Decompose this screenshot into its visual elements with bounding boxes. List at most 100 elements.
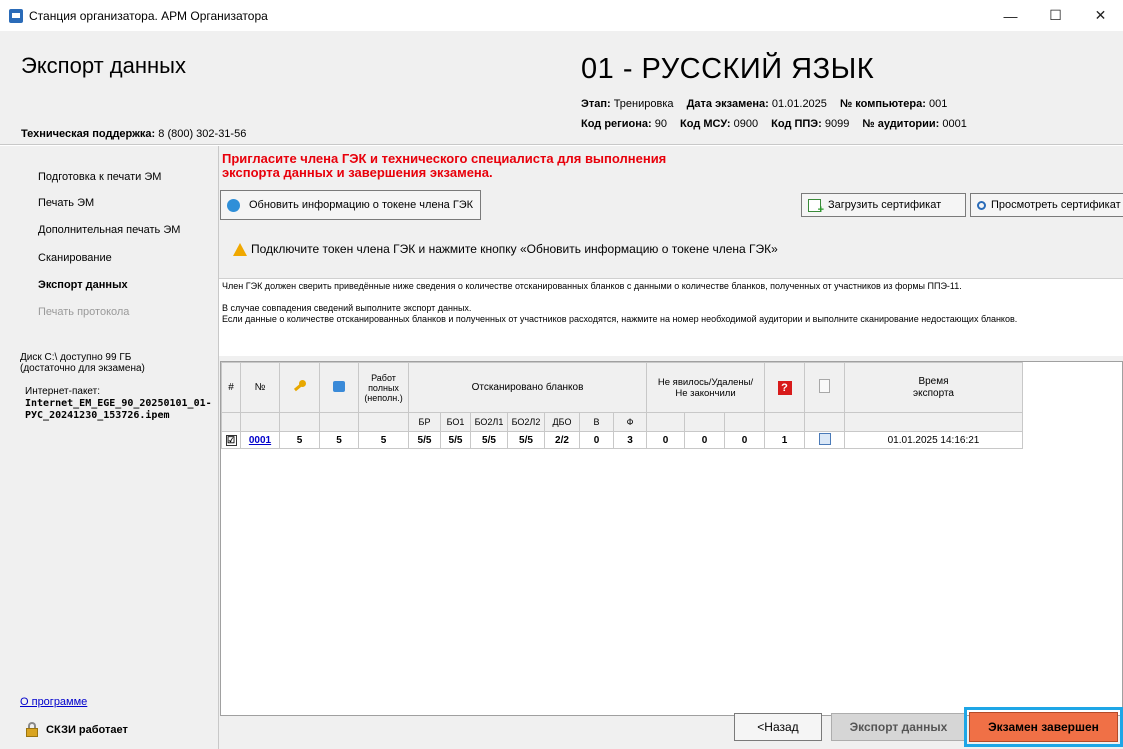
ppe-value: 9099: [824, 118, 850, 130]
exam-info-line1: Этап: Тренировка Дата экзамена: 01.01.20…: [581, 98, 957, 110]
refresh-token-label: Обновить информацию о токене члена ГЭК: [249, 199, 474, 211]
view-certificate-label: Просмотреть сертификат: [991, 199, 1121, 211]
refresh-icon: [227, 198, 240, 212]
certificate-add-icon: [808, 198, 824, 216]
sidebar-item-extra-print[interactable]: Дополнительная печать ЭМ: [38, 224, 180, 236]
subheader-dbo: ДБО: [544, 412, 580, 432]
data-table: # № Работ полных (неполн.) Отсканировано…: [221, 362, 1023, 449]
subheader-bo2l1: БО2Л1: [470, 412, 508, 432]
exam-info-line2: Код региона: 90 Код МСУ: 0900 Код ППЭ: 9…: [581, 118, 977, 130]
region-label: Код региона:: [581, 118, 652, 130]
col-absent: Не явилось/Удалены/ Не закончили: [646, 362, 765, 413]
msu-label: Код МСУ:: [680, 118, 731, 130]
subheader-bo1: БО1: [440, 412, 471, 432]
time-header-line1: Время: [918, 375, 949, 387]
subheader-bo2l2: БО2Л2: [507, 412, 545, 432]
ppe-label: Код ППЭ:: [771, 118, 822, 130]
internet-package-file: Internet_EM_EGE_90_20250101_01-РУС_20241…: [25, 398, 212, 421]
disk-status: (достаточно для экзамена): [20, 363, 145, 374]
col-key: [279, 362, 320, 413]
edit-icon[interactable]: [818, 432, 831, 445]
search-icon: [977, 200, 986, 210]
invite-warning-line1: Пригласите члена ГЭК и технического спец…: [222, 151, 667, 166]
auditorium-label: № аудитории:: [862, 118, 940, 130]
skzi-status: СКЗИ работает: [26, 722, 128, 737]
header-row: # № Работ полных (неполн.) Отсканировано…: [221, 362, 1023, 413]
col-doc: [804, 362, 845, 413]
auditorium-table: # № Работ полных (неполн.) Отсканировано…: [220, 361, 1123, 716]
subheader-f: Ф: [613, 412, 647, 432]
token-warning-text: Подключите токен члена ГЭК и нажмите кно…: [251, 242, 778, 256]
sidebar-item-scanning[interactable]: Сканирование: [38, 252, 112, 264]
subheader-v: В: [579, 412, 614, 432]
auditorium-link[interactable]: 0001: [240, 431, 280, 449]
cell-dbo: 2/2: [544, 431, 580, 449]
instruction-text-1: Член ГЭК должен сверить приведённые ниже…: [222, 281, 962, 291]
row-checkbox[interactable]: ☑: [221, 431, 241, 449]
back-button[interactable]: <Назад: [734, 713, 822, 741]
instructions: Член ГЭК должен сверить приведённые ниже…: [219, 278, 1123, 356]
warning-icon: [233, 242, 247, 256]
cell-bo2l1: 5/5: [470, 431, 508, 449]
about-link[interactable]: О программе: [20, 696, 87, 708]
cell-bo1: 5/5: [440, 431, 471, 449]
works-header-line3: (неполн.): [364, 392, 403, 403]
support-label: Техническая поддержка:: [21, 128, 156, 140]
subheader-br: БР: [408, 412, 441, 432]
subject-title: 01 - РУССКИЙ ЯЗЫК: [581, 53, 875, 85]
sidebar-item-print-prep[interactable]: Подготовка к печати ЭМ: [38, 171, 161, 183]
cell-absent: 0: [646, 431, 685, 449]
subheader-row: БР БО1 БО2Л1 БО2Л2 ДБО В Ф: [221, 412, 1023, 432]
col-scanned: Отсканировано бланков: [408, 362, 647, 413]
page-title: Экспорт данных: [21, 53, 186, 78]
token-warning: Подключите токен члена ГЭК и нажмите кно…: [233, 242, 778, 256]
col-number: №: [240, 362, 280, 413]
cell-works: 5: [358, 431, 409, 449]
window-controls: — ☐ ✕: [988, 0, 1123, 31]
invite-warning: Пригласите члена ГЭК и технического спец…: [222, 152, 666, 180]
region-value: 90: [654, 118, 667, 130]
skzi-status-text: СКЗИ работает: [46, 723, 128, 736]
view-certificate-button[interactable]: Просмотреть сертификат: [970, 193, 1123, 217]
minimize-button[interactable]: —: [988, 0, 1033, 31]
finish-exam-button[interactable]: Экзамен завершен: [969, 712, 1118, 742]
cell-bo2l2: 5/5: [507, 431, 545, 449]
sidebar-item-print-em[interactable]: Печать ЭМ: [38, 197, 94, 209]
absent-header-line1: Не явилось/Удалены/: [657, 376, 754, 388]
load-certificate-button[interactable]: Загрузить сертификат: [801, 193, 966, 217]
stage-label: Этап:: [581, 98, 611, 110]
sidebar: Подготовка к печати ЭМ Печать ЭМ Дополни…: [0, 146, 219, 749]
col-export-time: Время экспорта: [844, 362, 1023, 413]
col-works: Работ полных (неполн.): [358, 362, 409, 413]
checkbox[interactable]: ☑: [225, 434, 237, 446]
maximize-button[interactable]: ☐: [1033, 0, 1078, 31]
sidebar-item-print-protocol: Печать протокола: [38, 306, 130, 318]
header: Экспорт данных Техническая поддержка: 8 …: [0, 31, 1123, 145]
refresh-token-button[interactable]: Обновить информацию о токене члена ГЭК: [220, 190, 481, 220]
cell-export-time: 01.01.2025 14:16:21: [844, 431, 1023, 449]
invite-warning-line2: экспорта данных и завершения экзамена.: [222, 165, 493, 180]
support-info: Техническая поддержка: 8 (800) 302-31-56: [21, 128, 246, 140]
col-errors: ?: [764, 362, 805, 413]
finish-button-focus: Экзамен завершен: [964, 707, 1123, 747]
time-header-line2: экспорта: [913, 387, 954, 399]
support-phone: 8 (800) 302-31-56: [158, 128, 247, 140]
cell-v: 0: [579, 431, 614, 449]
export-data-button[interactable]: Экспорт данных: [831, 713, 966, 741]
col-print: [319, 362, 359, 413]
auditorium-value: 0001: [942, 118, 967, 130]
absent-header-line2: Не закончили: [675, 387, 736, 399]
lock-icon: [26, 722, 38, 737]
printer-icon: [333, 380, 345, 392]
document-icon: [819, 379, 830, 393]
close-button[interactable]: ✕: [1078, 0, 1123, 31]
cell-edit[interactable]: [804, 431, 845, 449]
disk-space: Диск С:\ доступно 99 ГБ: [20, 352, 132, 363]
col-hash: #: [221, 362, 241, 413]
msu-value: 0900: [733, 118, 759, 130]
sidebar-item-export[interactable]: Экспорт данных: [38, 279, 128, 291]
exam-date-value: 01.01.2025: [771, 98, 827, 110]
stage-value: Тренировка: [613, 98, 674, 110]
cell-errors: 1: [764, 431, 805, 449]
instruction-text-3: Если данные о количестве отсканированных…: [222, 314, 1018, 324]
